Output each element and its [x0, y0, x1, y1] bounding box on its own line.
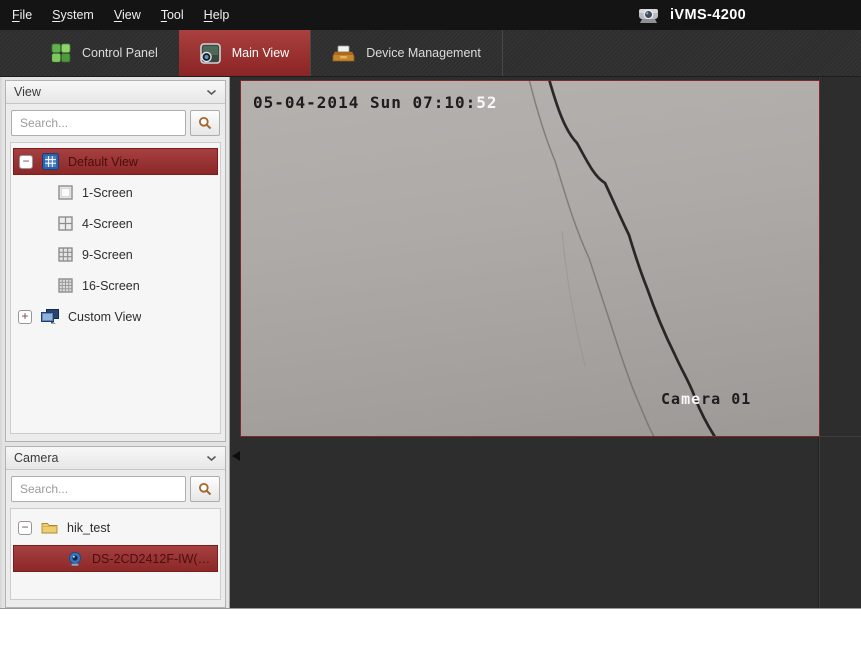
- ip-camera-icon: [67, 551, 83, 567]
- app-window: File System View Tool Help iVMS-4200 Con…: [0, 0, 861, 609]
- view-tree: − Default View 1-Screen 4-Screen 9-Scree…: [10, 142, 221, 434]
- tab-control-panel[interactable]: Control Panel: [30, 30, 179, 76]
- tree-item-16-screen[interactable]: 16-Screen: [13, 272, 218, 299]
- screen-9-icon: [58, 247, 73, 262]
- tree-item-label: Default View: [68, 154, 138, 169]
- osd-camera-label-post: ra 01: [701, 390, 752, 408]
- main-view-icon: [199, 42, 221, 64]
- search-icon: [198, 482, 212, 496]
- toolbar: Control Panel Main View Device Managemen…: [0, 30, 861, 77]
- camera-search-button[interactable]: [190, 476, 220, 502]
- camera-panel-header[interactable]: Camera: [6, 447, 225, 470]
- tree-item-label: 16-Screen: [82, 278, 140, 293]
- screen-1-icon: [58, 185, 73, 200]
- search-icon: [198, 116, 212, 130]
- osd-timestamp: 05-04-2014 Sun 07:10:52: [253, 93, 498, 112]
- camera-tree: − hik_test DS-2CD2412F-IW(43...: [10, 508, 221, 600]
- view-search-button[interactable]: [190, 110, 220, 136]
- view-search-input[interactable]: [11, 110, 186, 136]
- control-panel-icon: [51, 43, 71, 63]
- sidebar: View −: [0, 77, 230, 608]
- osd-camera-label-pre: Ca: [661, 390, 682, 408]
- tree-item-custom-view[interactable]: + Custom View: [13, 303, 218, 330]
- tab-label: Main View: [231, 46, 290, 60]
- view-panel: View −: [5, 80, 226, 442]
- menu-bar: File System View Tool Help iVMS-4200: [0, 0, 861, 30]
- tab-device-management[interactable]: Device Management: [311, 30, 502, 76]
- camera-panel: Camera −: [5, 446, 226, 608]
- collapse-expander[interactable]: −: [18, 520, 32, 535]
- view-search-row: [6, 104, 225, 141]
- menu-view[interactable]: View: [104, 0, 151, 30]
- app-title: iVMS-4200: [670, 7, 747, 23]
- sidebar-collapse-arrow-icon[interactable]: [232, 451, 240, 461]
- custom-view-icon: [41, 309, 59, 324]
- tab-label: Device Management: [366, 46, 481, 60]
- menu-tool[interactable]: Tool: [151, 0, 194, 30]
- chevron-down-icon[interactable]: [206, 89, 217, 96]
- tree-item-9-screen[interactable]: 9-Screen: [13, 241, 218, 268]
- tree-item-4-screen[interactable]: 4-Screen: [13, 210, 218, 237]
- camera-search-input[interactable]: [11, 476, 186, 502]
- grid-view-icon: [42, 153, 59, 170]
- osd-timestamp-dark: 05-04-2014 Sun 07:10:: [253, 93, 477, 112]
- tab-main-view[interactable]: Main View: [178, 30, 311, 76]
- tree-item-label: hik_test: [67, 520, 111, 535]
- stage-horizontal-divider: [819, 436, 861, 437]
- tree-item-1-screen[interactable]: 1-Screen: [13, 179, 218, 206]
- video-tile-camera-01[interactable]: 05-04-2014 Sun 07:10:52 Camera 01: [240, 80, 820, 437]
- menu-help[interactable]: Help: [194, 0, 240, 30]
- view-panel-title: View: [14, 85, 41, 99]
- tree-item-label: 9-Screen: [82, 247, 133, 262]
- expand-expander[interactable]: +: [18, 309, 32, 324]
- osd-camera-label: Camera 01: [661, 390, 751, 408]
- camera-search-row: [6, 470, 225, 507]
- toolbar-separator: [501, 30, 503, 76]
- app-logo: iVMS-4200: [636, 0, 746, 30]
- device-management-icon: [332, 44, 355, 63]
- folder-icon: [41, 521, 58, 534]
- tree-item-hik-test[interactable]: − hik_test: [13, 514, 218, 541]
- tree-item-camera-device[interactable]: DS-2CD2412F-IW(43...: [13, 545, 218, 572]
- dome-camera-logo-icon: [636, 5, 661, 25]
- tree-item-label: DS-2CD2412F-IW(43...: [92, 551, 217, 566]
- view-panel-header[interactable]: View: [6, 81, 225, 104]
- video-stage: 05-04-2014 Sun 07:10:52 Camera 01: [231, 77, 861, 608]
- screen-4-icon: [58, 216, 73, 231]
- screen-16-icon: [58, 278, 73, 293]
- wall-crack-image: [528, 81, 717, 436]
- chevron-down-icon[interactable]: [206, 455, 217, 462]
- collapse-expander[interactable]: −: [19, 154, 33, 169]
- menu-file[interactable]: File: [2, 0, 42, 30]
- tree-item-label: Custom View: [68, 309, 142, 324]
- osd-timestamp-light: 52: [476, 93, 498, 112]
- menu-system[interactable]: System: [42, 0, 104, 30]
- tree-item-label: 4-Screen: [82, 216, 133, 231]
- osd-camera-label-mid: me: [681, 390, 702, 408]
- tree-item-default-view[interactable]: − Default View: [13, 148, 218, 175]
- tree-item-label: 1-Screen: [82, 185, 133, 200]
- camera-panel-title: Camera: [14, 451, 59, 465]
- tab-label: Control Panel: [82, 46, 158, 60]
